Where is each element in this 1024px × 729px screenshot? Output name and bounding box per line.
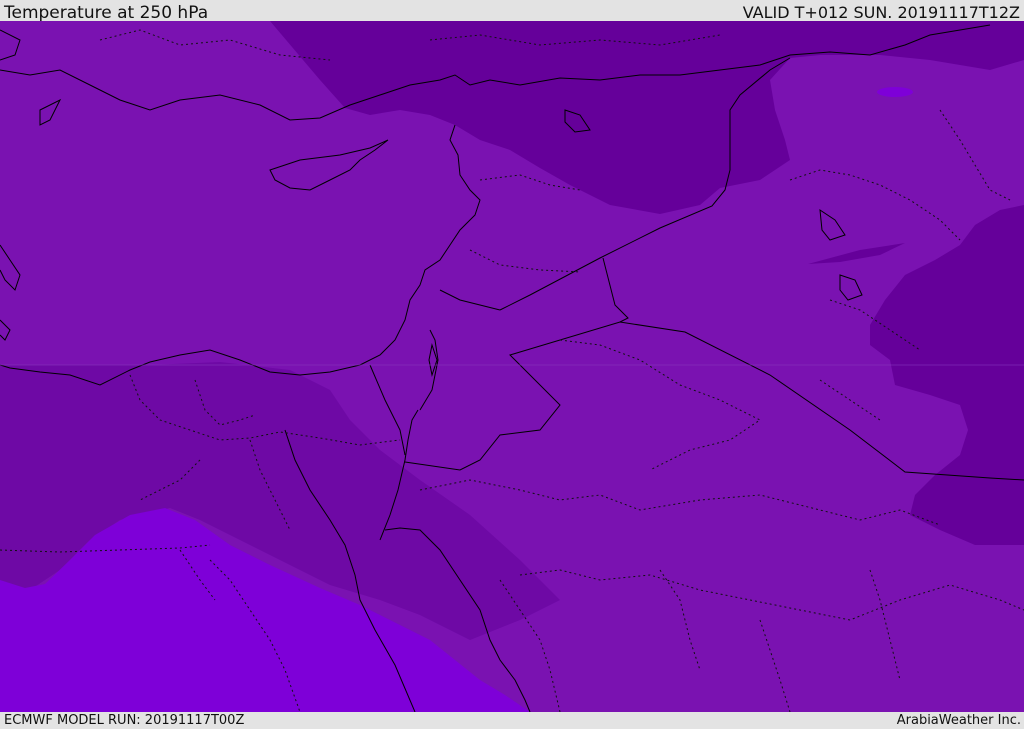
map-title: Temperature at 250 hPa — [4, 3, 209, 23]
model-run-label: ECMWF MODEL RUN: 20191117T00Z — [4, 713, 245, 728]
footer-bar: ECMWF MODEL RUN: 20191117T00Z ArabiaWeat… — [0, 712, 1024, 729]
weather-map[interactable] — [0, 21, 1024, 712]
warm-blob-northeast — [877, 87, 913, 97]
credit-label: ArabiaWeather Inc. — [896, 713, 1021, 728]
valid-time: VALID T+012 SUN. 20191117T12Z — [742, 3, 1020, 22]
header-bar: Temperature at 250 hPa VALID T+012 SUN. … — [0, 0, 1024, 23]
